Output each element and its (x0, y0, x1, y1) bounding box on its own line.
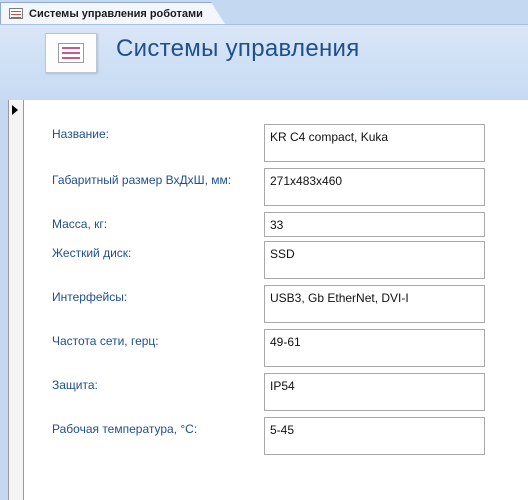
tab-edge (211, 2, 225, 24)
form-icon (9, 8, 23, 19)
frequency-field[interactable]: 49-61 (264, 329, 485, 367)
temperature-field[interactable]: 5-45 (264, 417, 485, 455)
interfaces-field[interactable]: USB3, Gb EtherNet, DVI-I (264, 285, 485, 323)
temperature-label: Рабочая температура, °С: (52, 422, 198, 436)
frequency-label: Частота сети, герц: (52, 334, 159, 348)
name-field[interactable]: KR C4 compact, Kuka (264, 124, 485, 162)
interfaces-label: Интерфейсы: (52, 290, 128, 304)
hard-disk-field[interactable]: SSD (264, 241, 485, 279)
record-selector[interactable] (8, 100, 24, 500)
current-record-arrow-icon (12, 105, 18, 115)
tab-robot-control-systems[interactable]: Системы управления роботами (0, 2, 212, 24)
form-header: Системы управления (0, 25, 528, 100)
mass-field[interactable]: 33 (264, 212, 485, 237)
protection-field[interactable]: IP54 (264, 373, 485, 411)
dimensions-label: Габаритный размер ВхДхШ, мм: (52, 173, 232, 187)
document-tab-bar: Системы управления роботами (0, 0, 528, 25)
tab-label: Системы управления роботами (29, 7, 203, 20)
name-label: Название: (52, 127, 109, 141)
dimensions-field[interactable]: 271x483x460 (264, 168, 485, 206)
mass-label: Масса, кг: (52, 217, 108, 231)
left-margin (0, 100, 8, 500)
page-title: Системы управления (116, 35, 360, 62)
protection-label: Защита: (52, 378, 98, 392)
hard-disk-label: Жесткий диск: (52, 246, 132, 260)
form-icon (45, 33, 97, 73)
